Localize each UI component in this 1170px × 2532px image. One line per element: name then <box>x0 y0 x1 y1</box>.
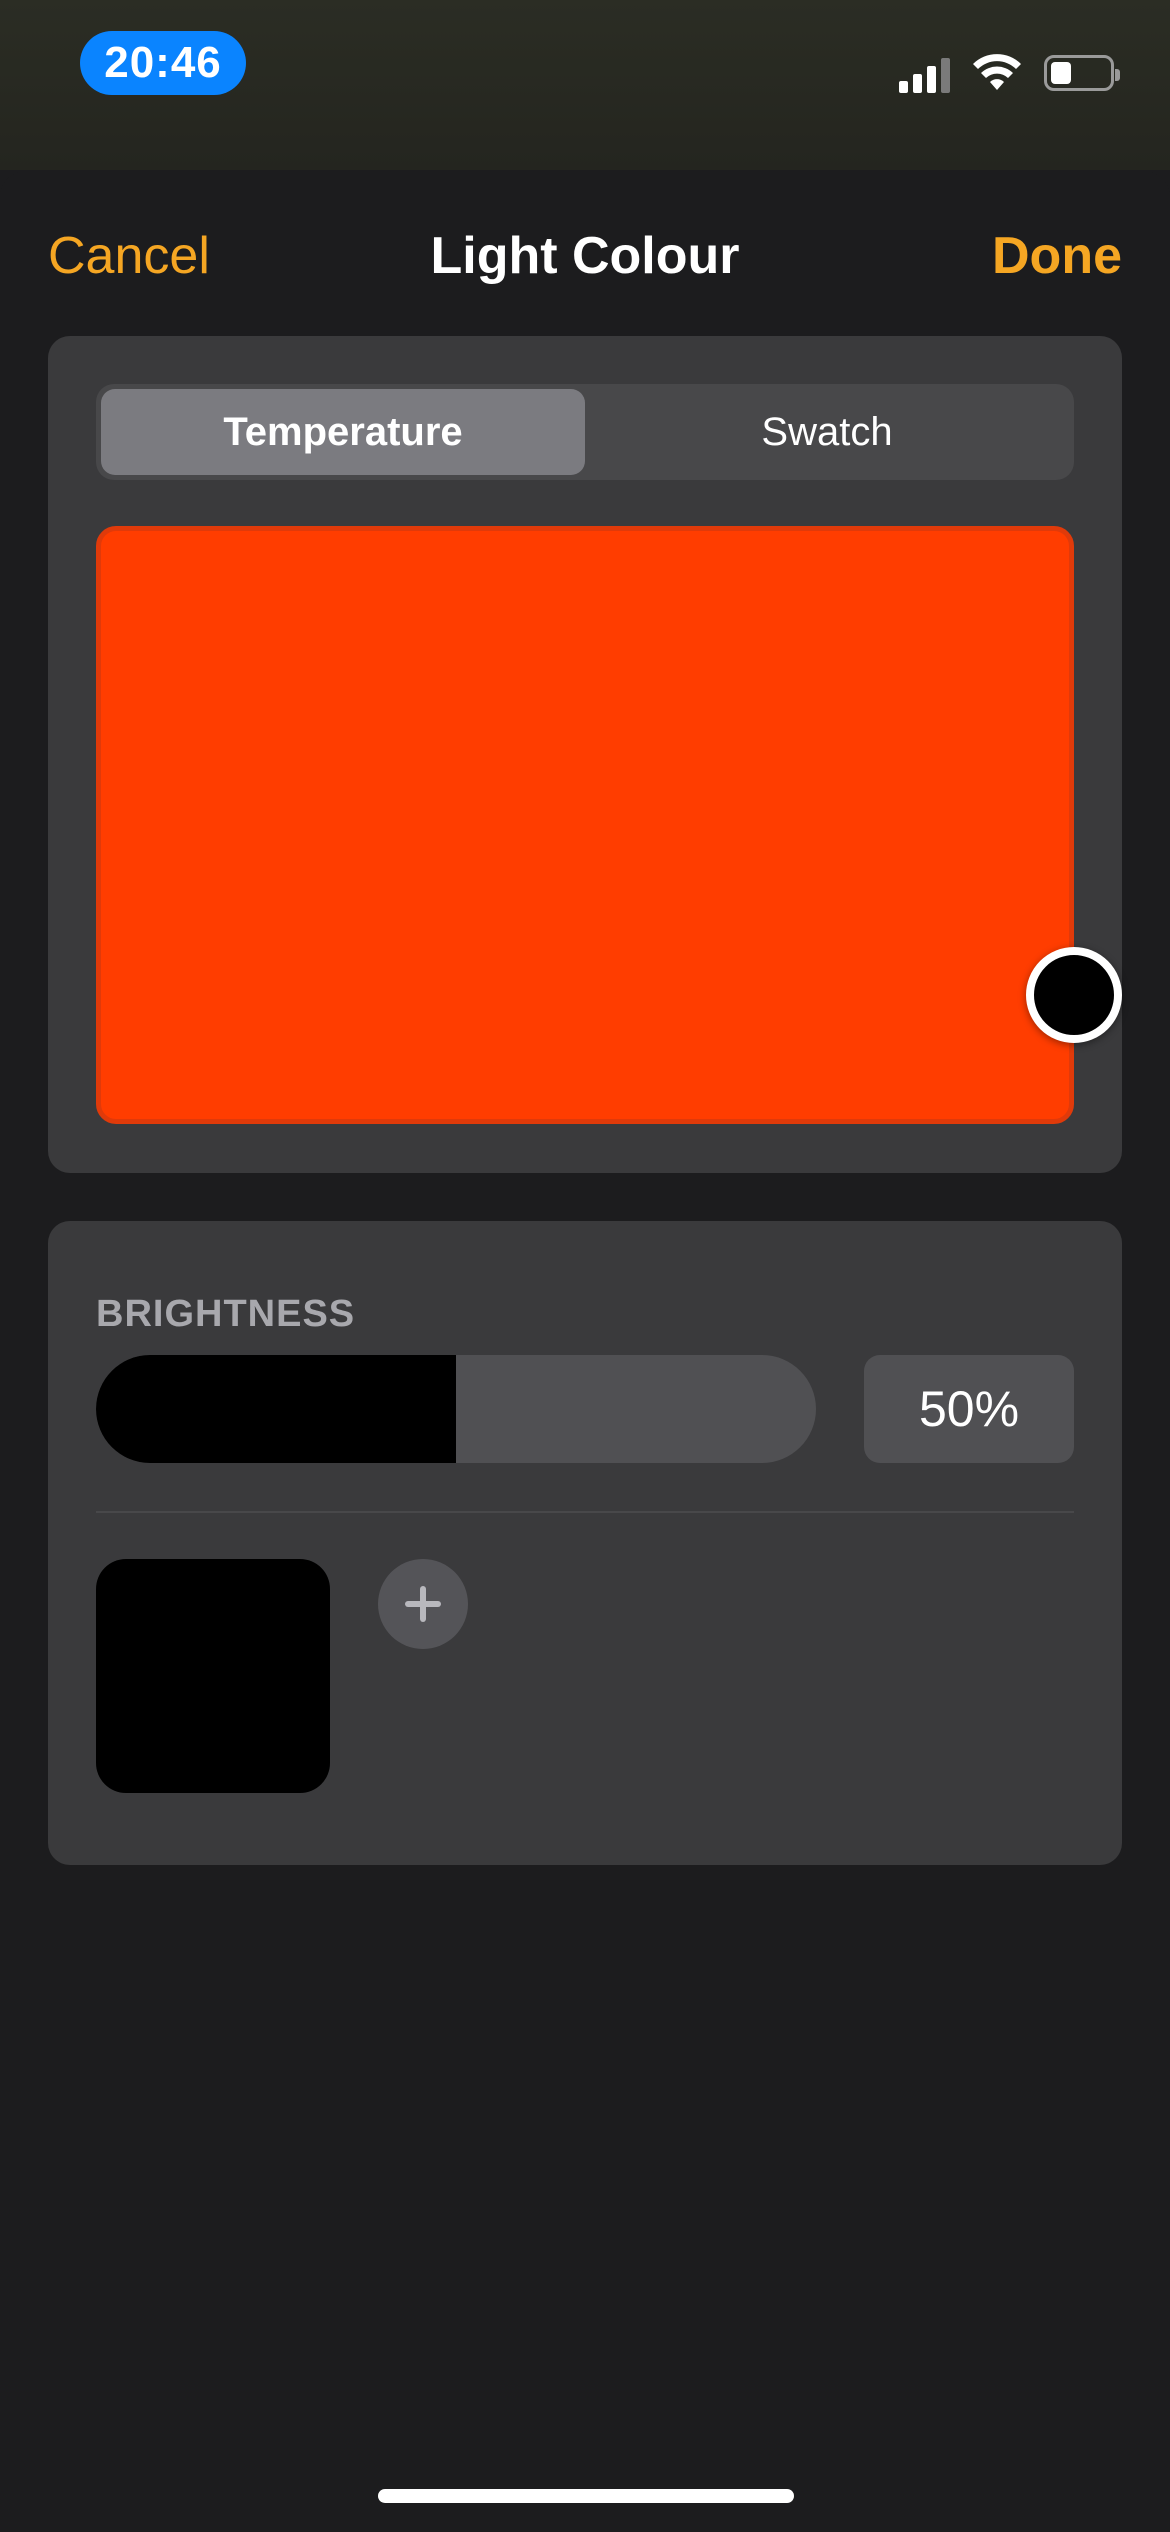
home-indicator[interactable] <box>378 2489 794 2503</box>
status-icons <box>899 48 1120 98</box>
colour-picker-card: Temperature Swatch <box>48 336 1122 1173</box>
cellular-signal-icon <box>899 53 950 93</box>
brightness-slider-fill <box>96 1355 456 1463</box>
colour-picker-knob[interactable] <box>1026 947 1122 1043</box>
wifi-icon <box>973 54 1021 90</box>
battery-icon <box>1044 55 1120 91</box>
tab-swatch[interactable]: Swatch <box>585 389 1069 475</box>
brightness-card: BRIGHTNESS 50% <box>48 1221 1122 1865</box>
light-colour-screen: 20:46 Cancel Light Colour Done Temperatu… <box>0 0 1170 2532</box>
status-bar: 20:46 <box>0 0 1170 170</box>
saved-swatch[interactable] <box>96 1559 330 1793</box>
done-button[interactable]: Done <box>992 226 1122 286</box>
nav-bar: Cancel Light Colour Done <box>0 171 1170 336</box>
divider <box>96 1511 1074 1513</box>
picker-mode-segmented-control: Temperature Swatch <box>96 384 1074 480</box>
battery-level <box>1051 62 1071 84</box>
light-colour-sheet: Cancel Light Colour Done Temperature Swa… <box>0 171 1170 2532</box>
status-time[interactable]: 20:46 <box>80 31 246 95</box>
brightness-value[interactable]: 50% <box>864 1355 1074 1463</box>
colour-temperature-field[interactable] <box>96 526 1074 1124</box>
brightness-slider[interactable] <box>96 1355 816 1463</box>
plus-icon <box>405 1586 441 1622</box>
add-swatch-button[interactable] <box>378 1559 468 1649</box>
tab-temperature[interactable]: Temperature <box>101 389 585 475</box>
brightness-label: BRIGHTNESS <box>96 1293 356 1335</box>
